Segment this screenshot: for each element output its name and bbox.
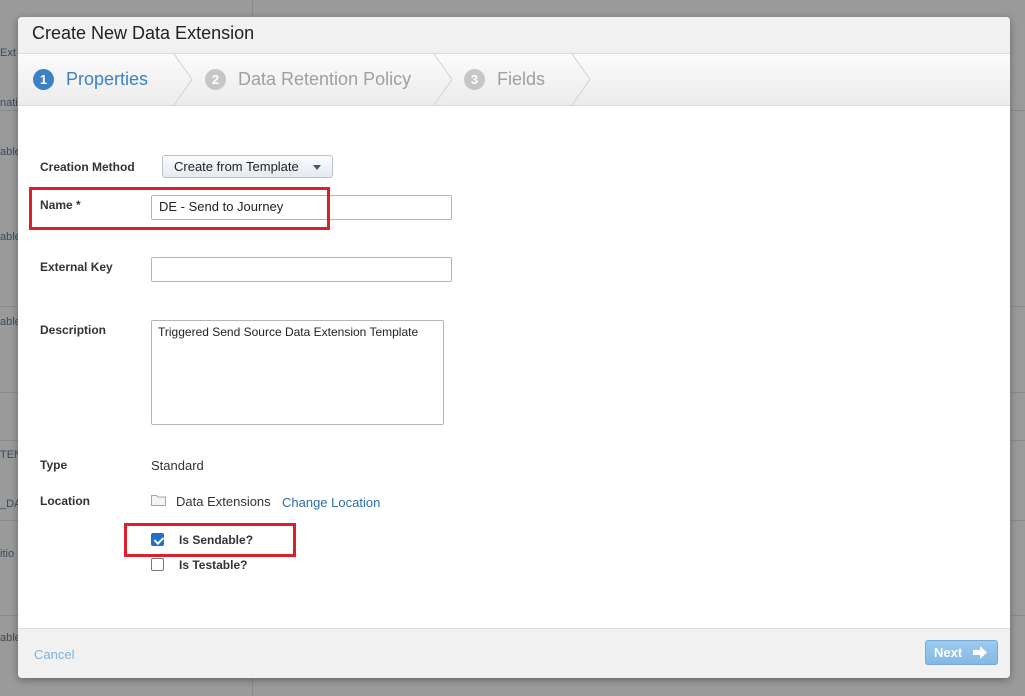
dialog-footer: Cancel Next	[18, 628, 1010, 678]
wizard-steps: 1 Properties 2 Data Retention Policy 3 F…	[18, 54, 1010, 106]
background-row-text: able	[0, 316, 18, 328]
step-separator-chevron	[173, 54, 193, 105]
type-label: Type	[40, 458, 68, 472]
step-label: Fields	[497, 69, 546, 89]
background-row-text: nati	[0, 97, 18, 109]
creation-method-dropdown[interactable]: Create from Template	[162, 155, 333, 178]
creation-method-label: Creation Method	[40, 160, 135, 174]
folder-icon	[151, 495, 166, 506]
location-label: Location	[40, 494, 90, 508]
background-row-text: Ext	[0, 47, 16, 59]
background-row-text: able	[0, 231, 18, 243]
is-testable-checkbox[interactable]	[151, 558, 164, 571]
background-row-text: _DA	[0, 498, 18, 510]
background-row-text: able	[0, 146, 18, 158]
dialog-title: Create New Data Extension	[32, 23, 255, 43]
highlight-box-name	[29, 187, 330, 230]
wizard-step-data-retention[interactable]: 2 Data Retention Policy	[205, 54, 411, 105]
step-number: 2	[205, 69, 226, 90]
step-separator-chevron	[433, 54, 453, 105]
is-testable-label: Is Testable?	[179, 558, 248, 572]
background-row-text: able	[0, 632, 18, 644]
location-value: Data Extensions	[176, 494, 271, 509]
next-label: Next	[934, 645, 963, 660]
next-button[interactable]: Next	[925, 640, 998, 665]
description-textarea[interactable]: Triggered Send Source Data Extension Tem…	[151, 320, 444, 425]
external-key-label: External Key	[40, 260, 113, 274]
create-data-extension-dialog: Create New Data Extension 1 Properties 2…	[18, 17, 1010, 678]
wizard-step-properties[interactable]: 1 Properties	[33, 54, 148, 105]
step-separator-chevron	[571, 54, 591, 105]
step-label: Data Retention Policy	[238, 69, 412, 89]
dialog-header: Create New Data Extension	[18, 17, 1010, 54]
creation-method-value: Create from Template	[174, 159, 299, 174]
change-location-link[interactable]: Change Location	[282, 495, 380, 510]
arrow-right-icon	[973, 646, 987, 659]
cancel-link[interactable]: Cancel	[34, 647, 74, 662]
type-value: Standard	[151, 458, 204, 473]
step-number: 3	[464, 69, 485, 90]
background-row-text: itio	[0, 548, 15, 560]
wizard-step-fields[interactable]: 3 Fields	[464, 54, 545, 105]
external-key-input[interactable]	[151, 257, 452, 282]
step-number: 1	[33, 69, 54, 90]
background-row-text: TEN	[0, 449, 18, 461]
highlight-box-sendable	[124, 523, 296, 557]
caret-down-icon	[313, 165, 321, 170]
description-label: Description	[40, 323, 107, 337]
step-label: Properties	[66, 69, 149, 89]
